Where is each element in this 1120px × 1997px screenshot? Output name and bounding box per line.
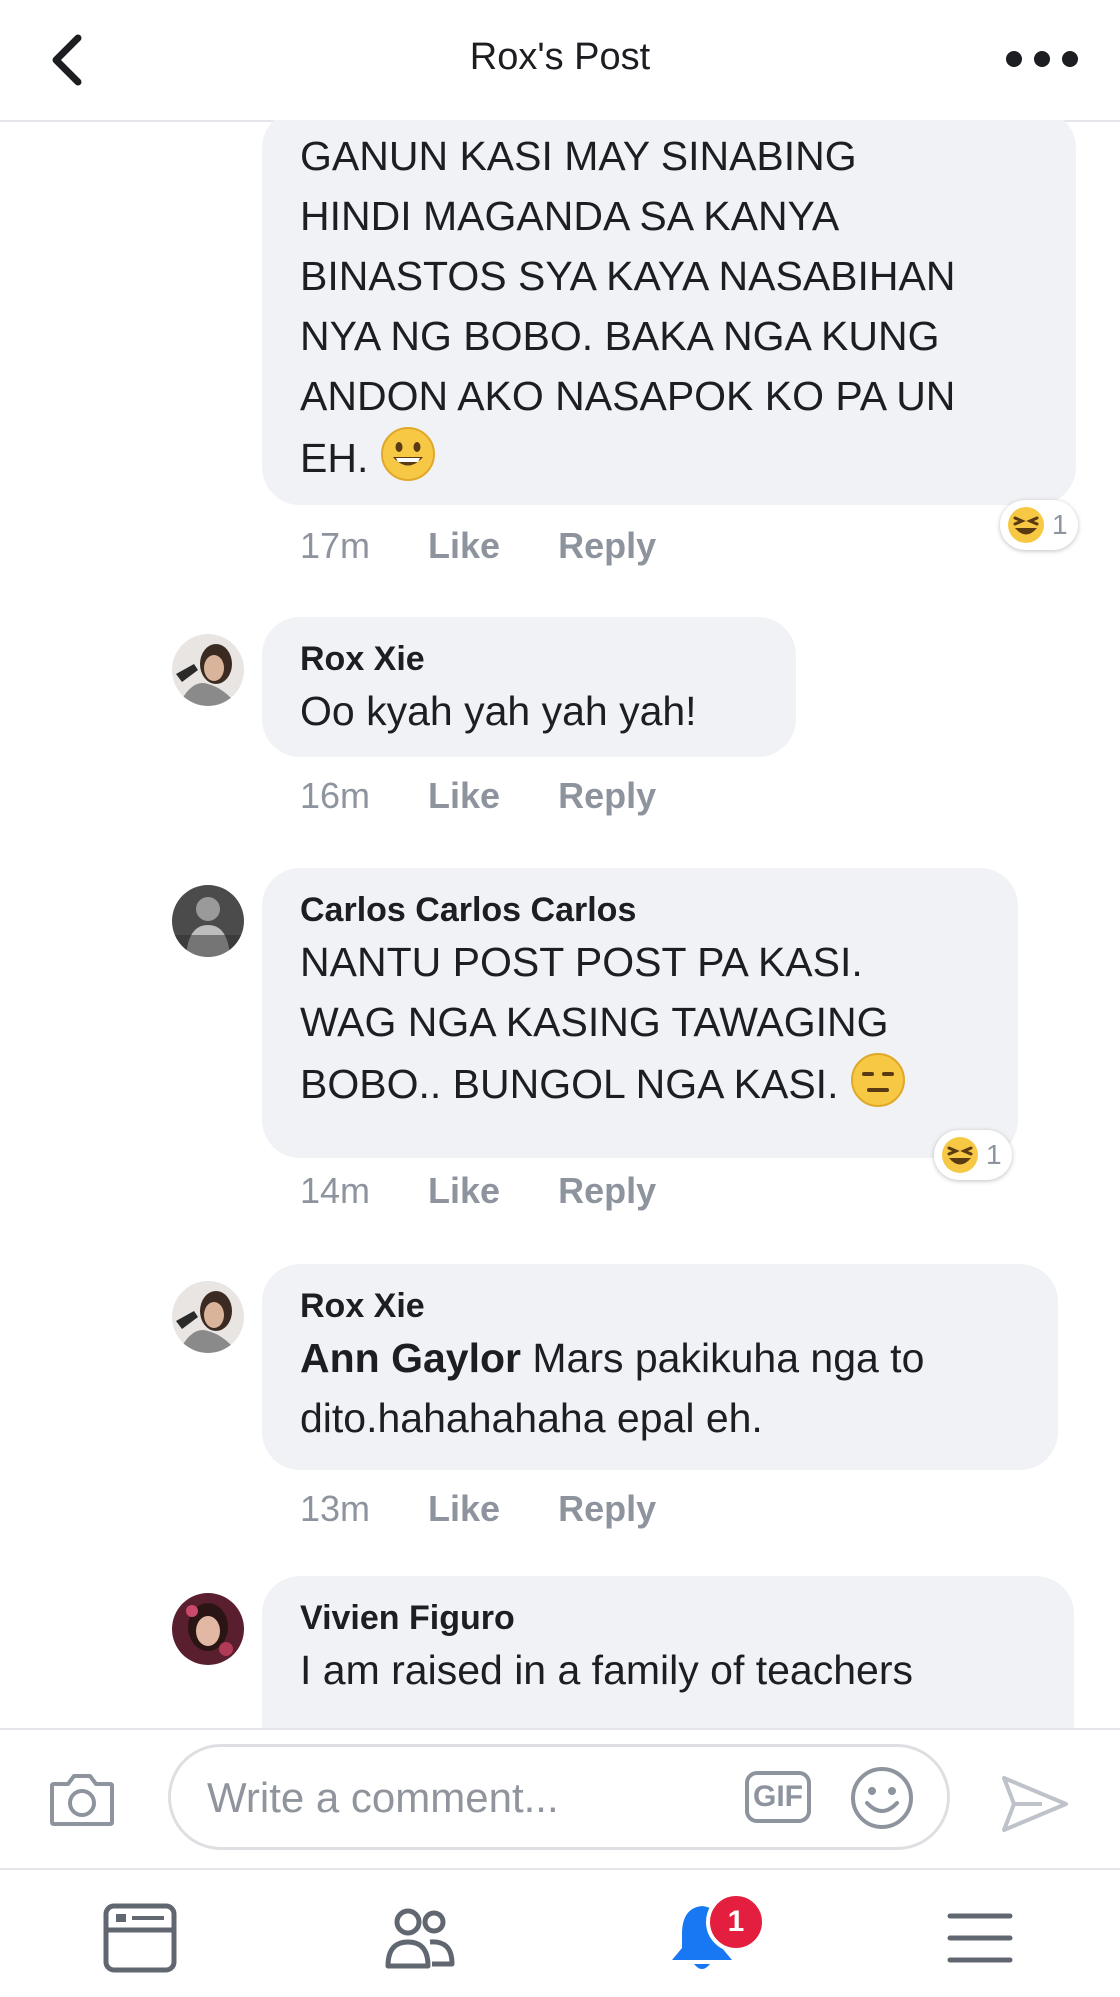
comment-author[interactable]: Carlos Carlos Carlos xyxy=(300,888,988,932)
news-feed-icon[interactable] xyxy=(100,1900,180,1976)
comment-time: 14m xyxy=(300,1170,371,1211)
more-options-icon[interactable] xyxy=(1004,44,1080,74)
comment-bubble: Rox Xie Ann Gaylor Mars pakikuha nga to … xyxy=(262,1264,1058,1470)
comment-meta: 13m Like Reply xyxy=(300,1488,704,1530)
gif-button[interactable]: GIF xyxy=(745,1771,811,1823)
comment-meta: 14m Like Reply xyxy=(300,1170,704,1212)
reply-button[interactable]: Reply xyxy=(558,775,656,816)
comment-author[interactable]: Rox Xie xyxy=(300,637,766,681)
reaction-count-badge[interactable]: 1 xyxy=(934,1130,1012,1180)
reaction-count: 1 xyxy=(1052,509,1068,540)
comment-bubble: Rox Xie Oo kyah yah yah yah! xyxy=(262,617,796,757)
notification-badge: 1 xyxy=(706,1892,766,1952)
laughing-face-icon xyxy=(1008,507,1044,543)
mention-link[interactable]: Ann Gaylor xyxy=(300,1335,521,1381)
like-button[interactable]: Like xyxy=(428,525,500,566)
avatar[interactable] xyxy=(172,634,244,706)
laughing-face-icon xyxy=(942,1137,978,1173)
avatar[interactable] xyxy=(172,1593,244,1665)
comment-time: 13m xyxy=(300,1488,371,1529)
comment-list: GANUN KASI MAY SINABING HINDI MAGANDA SA… xyxy=(0,120,1120,1728)
reaction-count: 1 xyxy=(986,1139,1002,1170)
avatar[interactable] xyxy=(172,885,244,957)
comment-bubble: Carlos Carlos Carlos NANTU POST POST PA … xyxy=(262,868,1018,1158)
reply-button[interactable]: Reply xyxy=(558,1170,656,1211)
reply-button[interactable]: Reply xyxy=(558,1488,656,1529)
menu-icon[interactable] xyxy=(940,1900,1020,1976)
comment-text: NANTU POST POST PA KASI. WAG NGA KASING … xyxy=(300,932,988,1114)
comment-author[interactable]: Rox Xie xyxy=(300,1284,1028,1328)
like-button[interactable]: Like xyxy=(428,775,500,816)
page-title: Rox's Post xyxy=(469,36,651,78)
reaction-count-badge[interactable]: 1 xyxy=(1000,500,1078,550)
top-bar: Rox's Post xyxy=(0,0,1120,122)
comment-text: Oo kyah yah yah yah! xyxy=(300,688,697,734)
expressionless-face-icon xyxy=(850,1053,905,1107)
bottom-tab-bar: 1 xyxy=(0,1868,1120,1997)
grinning-face-icon xyxy=(380,427,435,481)
comment-author[interactable]: Vivien Figuro xyxy=(300,1596,1044,1640)
comment-meta: 17m Like Reply xyxy=(300,525,704,567)
emoji-icon[interactable] xyxy=(847,1763,917,1833)
like-button[interactable]: Like xyxy=(428,1488,500,1529)
comment-text: GANUN KASI MAY SINABING HINDI MAGANDA SA… xyxy=(300,133,956,481)
like-button[interactable]: Like xyxy=(428,1170,500,1211)
comment-time: 17m xyxy=(300,525,371,566)
comment-bubble: GANUN KASI MAY SINABING HINDI MAGANDA SA… xyxy=(262,120,1076,505)
comment-bubble: Vivien Figuro I am raised in a family of… xyxy=(262,1576,1074,1728)
friends-icon[interactable] xyxy=(380,1900,460,1976)
camera-icon[interactable] xyxy=(48,1770,116,1828)
comment-meta: 16m Like Reply xyxy=(300,775,704,817)
comment-input[interactable] xyxy=(205,1769,689,1827)
reply-button[interactable]: Reply xyxy=(558,525,656,566)
send-icon[interactable] xyxy=(998,1772,1072,1836)
comment-text: Ann Gaylor Mars pakikuha nga to dito.hah… xyxy=(300,1335,925,1441)
avatar[interactable] xyxy=(172,1281,244,1353)
comment-input-container: GIF xyxy=(168,1744,950,1850)
comment-text: I am raised in a family of teachers xyxy=(300,1647,913,1693)
comment-composer: GIF xyxy=(0,1728,1120,1870)
comment-time: 16m xyxy=(300,775,371,816)
